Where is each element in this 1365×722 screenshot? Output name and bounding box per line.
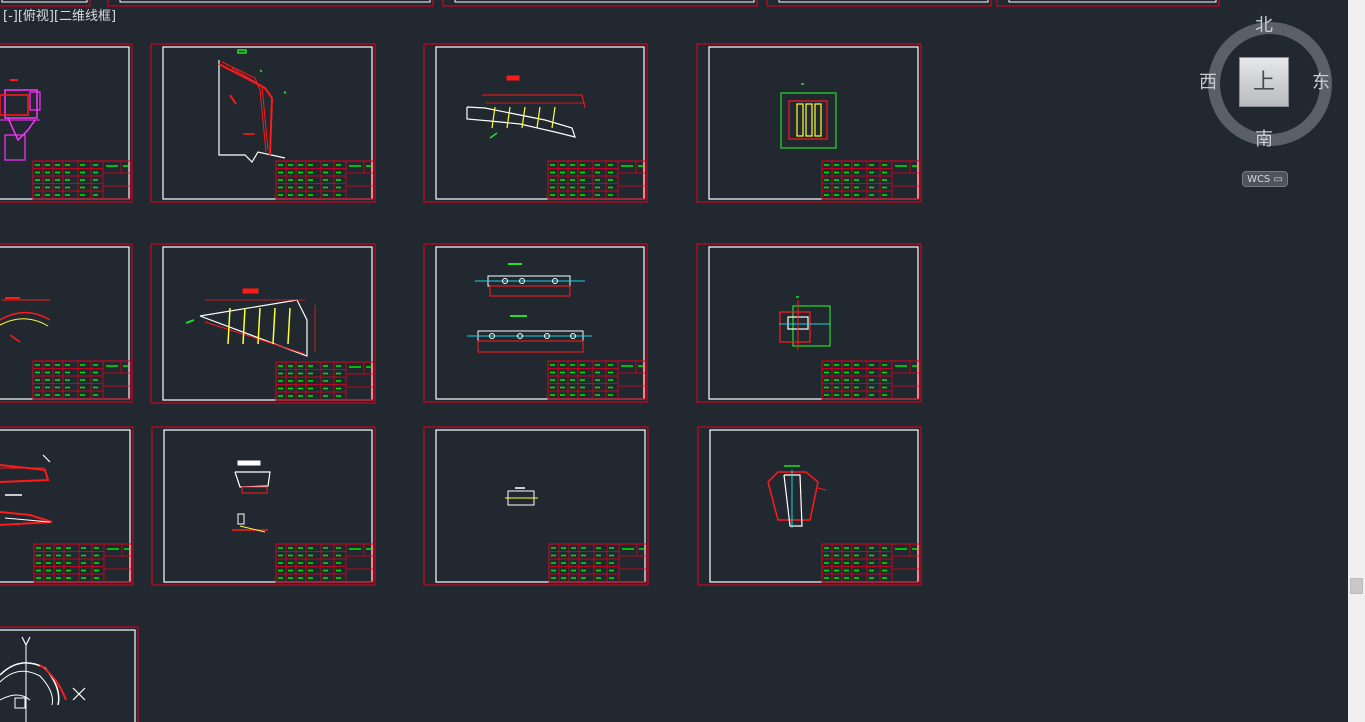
sheet-r3c2	[423, 426, 649, 586]
sloped-beam	[466, 75, 586, 139]
sheet-border	[697, 426, 922, 586]
sheet-r2c0	[0, 243, 133, 403]
sheet-r1c3	[696, 43, 922, 203]
small-block	[505, 487, 538, 506]
sheet-r4c0	[0, 626, 139, 722]
sheet-r3c1	[151, 426, 376, 586]
sheet-frame-partial	[1008, 0, 1217, 3]
wcs-menu-button[interactable]: WCS ▭	[1242, 171, 1288, 187]
curved-segment	[0, 297, 51, 343]
sheet-border	[423, 426, 649, 586]
sheet-r2c2	[423, 243, 648, 403]
red-truss-details	[0, 454, 53, 526]
sheet-frame-partial	[119, 0, 431, 3]
sheet-r2c3	[696, 243, 922, 403]
viewcube-top-face[interactable]: 上	[1239, 57, 1289, 107]
sheet-border-partial	[766, 0, 992, 7]
sheet-border	[0, 43, 133, 203]
sheet-border-partial	[442, 0, 758, 7]
sheet-border	[0, 243, 133, 403]
sheet-border	[150, 243, 376, 404]
small-part-details	[232, 460, 271, 533]
cad-drawing-canvas[interactable]	[0, 0, 1348, 722]
compass-west-label[interactable]: 西	[1199, 73, 1217, 93]
sheet-border	[696, 43, 922, 203]
drawing-viewport[interactable]: [-][俯视][二维线框]	[0, 0, 1348, 722]
compass-south-label[interactable]: 南	[1255, 130, 1273, 150]
compass-north-label[interactable]: 北	[1255, 16, 1273, 36]
sheet-r2c1	[150, 243, 376, 404]
column-section	[780, 83, 837, 149]
sheet-r1c0	[0, 43, 133, 203]
circular-plan	[0, 636, 86, 722]
sheet-border	[696, 243, 922, 403]
vertical-scrollbar[interactable]	[1348, 0, 1365, 722]
sheet-border	[151, 426, 376, 586]
retaining-wall-section	[218, 49, 287, 163]
sheet-border	[0, 426, 134, 586]
sheet-border-partial	[996, 0, 1220, 7]
node-detail	[779, 296, 831, 350]
sheet-r1c1	[150, 43, 376, 203]
sheet-r3c0	[0, 426, 134, 586]
tapered-girder	[185, 288, 316, 357]
viewcube[interactable]: 北 南 西 东 上 WCS ▭	[1198, 12, 1334, 192]
sheet-border	[423, 243, 648, 403]
compass-east-label[interactable]: 东	[1312, 73, 1330, 93]
sheet-border-partial	[107, 0, 434, 7]
scrollbar-thumb[interactable]	[1350, 578, 1363, 594]
sheet-frame-partial	[454, 0, 755, 3]
sheet-frame-partial	[1, 0, 88, 3]
sheet-border	[423, 43, 648, 203]
view-control-label[interactable]: [-][俯视][二维线框]	[3, 5, 116, 24]
sheet-r3c3	[697, 426, 922, 586]
funnel-section	[767, 465, 827, 528]
plates-with-holes	[467, 263, 592, 353]
top-partial-sheets	[0, 0, 1220, 7]
sheet-r1c2	[423, 43, 648, 203]
magenta-structure	[0, 79, 41, 161]
sheet-frame-partial	[778, 0, 989, 3]
